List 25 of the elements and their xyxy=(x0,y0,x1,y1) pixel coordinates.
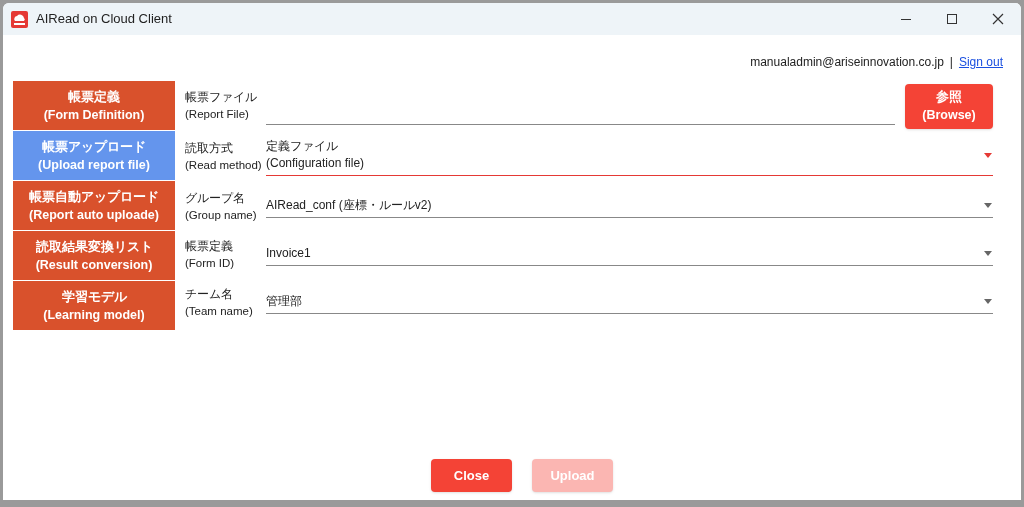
dropdown[interactable]: Invoice1 xyxy=(266,244,993,266)
sidebar-item[interactable]: 帳票定義 (Form Definition) xyxy=(13,81,175,130)
dropdown[interactable]: 定義ファイル (Configuration file) xyxy=(266,138,993,176)
field-label: チーム名 (Team name) xyxy=(185,287,254,319)
dropdown[interactable]: 管理部 xyxy=(266,292,993,314)
field-label: 帳票定義 (Form ID) xyxy=(185,239,236,271)
app-logo-icon xyxy=(11,10,28,28)
dropdown-caret-icon xyxy=(984,202,992,208)
field-label: 帳票ファイル (Report File) xyxy=(185,90,258,122)
user-email: manualadmin@ariseinnovation.co.jp xyxy=(750,54,944,71)
sidebar-item[interactable]: 帳票自動アップロード (Report auto uploade) xyxy=(13,181,175,230)
dropdown[interactable]: AIRead_conf (座標・ルールv2) xyxy=(266,196,993,218)
sidebar-item[interactable]: 学習モデル (Learning model) xyxy=(13,281,175,330)
browse-button[interactable]: 参照 (Browse) xyxy=(905,83,993,129)
sign-out-link[interactable]: Sign out xyxy=(958,53,1003,71)
sidebar-item[interactable]: 帳票アップロード (Upload report file) xyxy=(13,131,175,180)
field-label: グループ名 (Group name) xyxy=(185,191,258,223)
window-title: AIRead on Cloud Client xyxy=(36,10,172,29)
dialog-button[interactable]: Close xyxy=(431,459,512,492)
dropdown-caret-icon xyxy=(984,152,992,158)
sidebar-item[interactable]: 読取結果変換リスト (Result conversion) xyxy=(13,231,175,280)
field-label: 読取方式 (Read method) xyxy=(185,141,263,173)
dropdown-caret-icon xyxy=(984,298,992,304)
separator: | xyxy=(949,54,953,71)
dropdown-caret-icon xyxy=(984,250,992,256)
